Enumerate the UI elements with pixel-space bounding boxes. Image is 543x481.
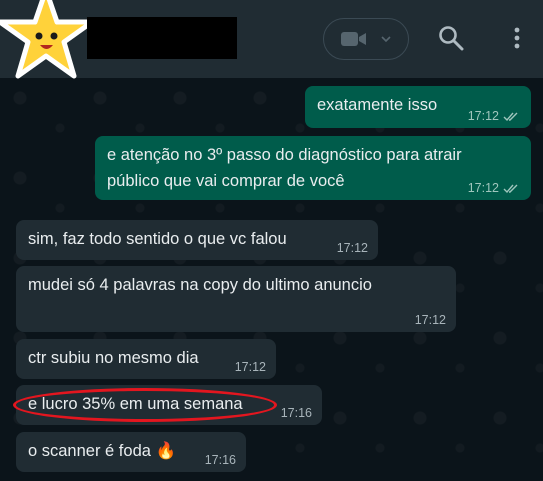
message-time: 17:12 <box>467 181 499 195</box>
message-text: ctr subiu no mesmo dia <box>28 349 199 367</box>
message-meta: 17:16 <box>205 452 236 468</box>
message-time: 17:16 <box>280 406 312 420</box>
chevron-down-icon <box>381 35 391 42</box>
message-time: 17:12 <box>467 109 499 123</box>
double-check-icon <box>503 112 518 121</box>
red-highlight-circle <box>13 388 277 422</box>
message-text: sim, faz todo sentido o que vc falou <box>28 230 287 248</box>
message-time: 17:12 <box>414 313 446 327</box>
message-text: exatamente isso <box>317 96 438 114</box>
message-meta: 17:12 <box>415 312 446 328</box>
message-text: mudei só 4 palavras na copy do ultimo an… <box>28 276 372 294</box>
message-time: 17:12 <box>234 360 266 374</box>
message-bubble-outgoing[interactable]: exatamente isso 17:12 <box>305 86 531 128</box>
video-call-icon <box>341 32 366 46</box>
message-meta: 17:16 <box>281 405 312 421</box>
message-time: 17:16 <box>204 453 236 467</box>
star-avatar-icon[interactable] <box>0 0 100 82</box>
video-call-button[interactable] <box>323 18 409 60</box>
contact-name-redacted[interactable] <box>87 17 237 59</box>
double-check-icon <box>503 184 518 193</box>
message-text: e atenção no 3º passo do diagnóstico par… <box>107 146 462 190</box>
message-bubble-outgoing[interactable]: e atenção no 3º passo do diagnóstico par… <box>95 136 531 200</box>
message-meta: 17:12 <box>468 180 521 196</box>
message-bubble-incoming[interactable]: ctr subiu no mesmo dia 17:12 <box>16 339 276 379</box>
message-time: 17:12 <box>336 241 368 255</box>
message-meta: 17:12 <box>235 359 266 375</box>
message-meta: 17:12 <box>468 108 521 124</box>
message-bubble-incoming[interactable]: sim, faz todo sentido o que vc falou 17:… <box>16 220 378 260</box>
message-bubble-incoming[interactable]: o scanner é foda 🔥 17:16 <box>16 432 246 472</box>
message-bubble-incoming[interactable]: mudei só 4 palavras na copy do ultimo an… <box>16 266 456 332</box>
search-icon[interactable] <box>438 25 464 51</box>
message-text: o scanner é foda 🔥 <box>28 442 177 460</box>
menu-dots-icon[interactable] <box>512 26 522 50</box>
message-meta: 17:12 <box>337 240 368 256</box>
